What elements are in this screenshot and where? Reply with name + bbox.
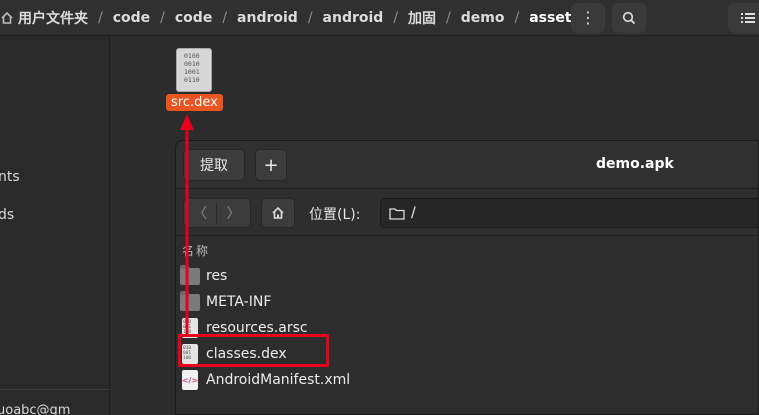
list-item-res[interactable]: res	[176, 263, 758, 289]
binary-glyph: 0100 0010 1001 0110	[184, 52, 200, 84]
breadcrumb-code-1[interactable]: code	[109, 10, 154, 26]
kebab-menu-icon: ⋮	[580, 8, 596, 27]
list-view-icon	[741, 13, 755, 23]
home-icon	[1, 11, 13, 24]
home-button[interactable]	[261, 198, 295, 228]
search-button[interactable]	[612, 3, 646, 33]
column-header-name[interactable]: 名称	[176, 237, 758, 261]
file-name: AndroidManifest.xml	[206, 372, 351, 388]
archive-manager-window: 提取 + demo.apk 〈 〉 位置(L): / 名称 res META-I…	[175, 140, 759, 415]
folder-icon	[389, 207, 405, 220]
location-field[interactable]: /	[380, 198, 758, 228]
folder-icon	[180, 264, 200, 285]
breadcrumb-android-1[interactable]: android	[233, 10, 302, 26]
file-name: META-INF	[206, 294, 272, 310]
list-item-androidmanifest[interactable]: </> AndroidManifest.xml	[176, 367, 758, 393]
location-label: 位置(L):	[309, 207, 361, 223]
breadcrumb-demo[interactable]: demo	[457, 10, 509, 26]
breadcrumb-jiagu[interactable]: 加固	[404, 8, 440, 28]
selected-file-label[interactable]: src.dex	[166, 94, 223, 111]
forward-button[interactable]: 〉	[217, 203, 250, 223]
folder-icon	[180, 290, 200, 311]
breadcrumb-code-2[interactable]: code	[171, 10, 216, 26]
binary-file-icon[interactable]: 0100 0010 1001 0110	[176, 48, 212, 92]
sidebar: nts ds uoabc@gm	[0, 37, 110, 415]
highlight-box	[178, 334, 329, 367]
sidebar-item-downloads[interactable]: ds	[0, 207, 14, 223]
home-icon	[272, 206, 284, 219]
extract-button[interactable]: 提取	[183, 149, 245, 181]
chevron-left-icon: 〈	[193, 206, 207, 222]
menu-button[interactable]: ⋮	[571, 3, 605, 33]
add-button[interactable]: +	[255, 149, 287, 181]
breadcrumb: 用户文件夹 / code / code / android / android …	[0, 0, 584, 36]
sidebar-account[interactable]: uoabc@gm	[0, 403, 70, 415]
archive-titlebar: 提取 + demo.apk	[176, 141, 758, 189]
file-name: res	[206, 268, 228, 284]
back-button[interactable]: 〈	[184, 203, 218, 223]
window-title: demo.apk	[596, 156, 674, 172]
path-bar: 用户文件夹 / code / code / android / android …	[0, 0, 759, 36]
view-button[interactable]	[728, 3, 759, 33]
breadcrumb-home-label: 用户文件夹	[18, 11, 88, 27]
file-list: res META-INF 010 001 100 resources.arsc 01…	[176, 263, 758, 393]
breadcrumb-home[interactable]: 用户文件夹	[0, 8, 92, 28]
list-item-meta-inf[interactable]: META-INF	[176, 289, 758, 315]
xml-file-icon: </>	[182, 370, 198, 390]
location-value: /	[411, 205, 416, 221]
sidebar-item-documents[interactable]: nts	[0, 169, 20, 185]
nav-buttons: 〈 〉	[183, 198, 251, 228]
breadcrumb-android-2[interactable]: android	[319, 10, 388, 26]
search-icon	[622, 11, 636, 25]
archive-toolbar: 〈 〉 位置(L): /	[176, 190, 758, 236]
chevron-right-icon: 〉	[226, 206, 241, 222]
